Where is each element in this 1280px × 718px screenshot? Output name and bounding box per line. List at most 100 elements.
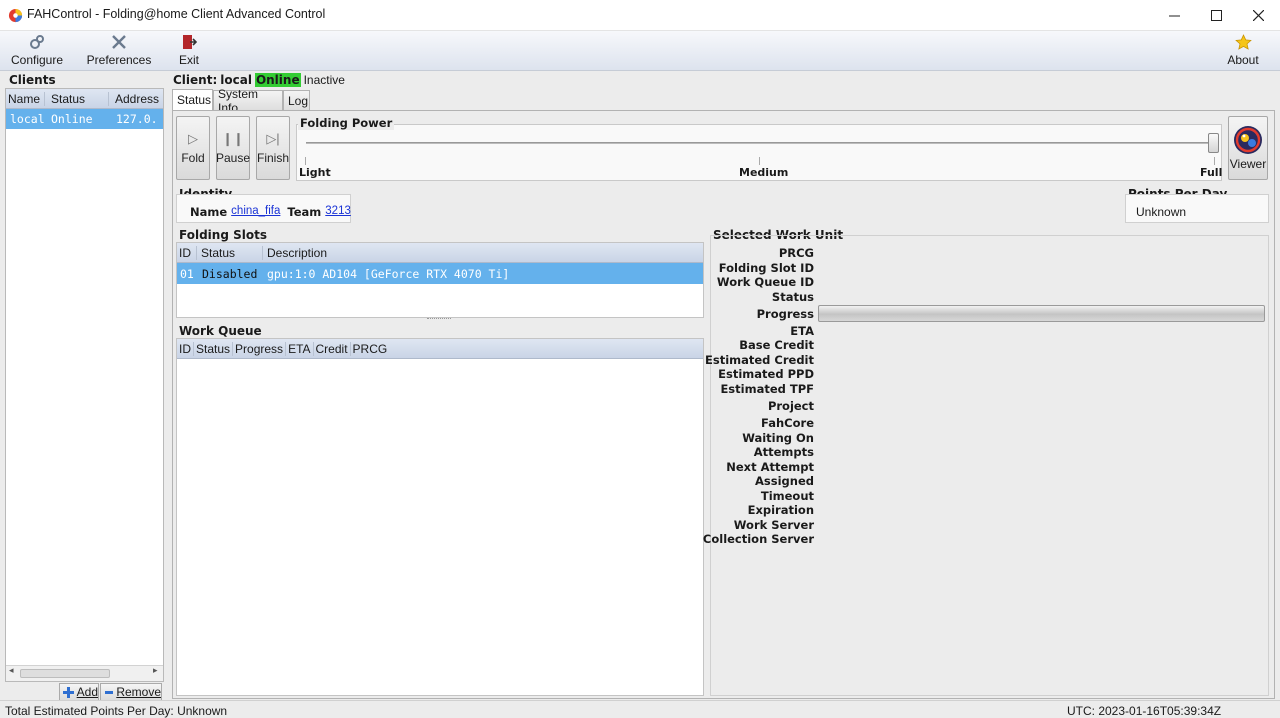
identity-row: Name china_fifa Team 3213 — [190, 205, 351, 219]
work-queue-header: ID Status Progress ETA Credit PRCG — [177, 339, 703, 359]
col-status[interactable]: Status — [45, 91, 109, 106]
wu-label-work-server: Work Server — [733, 518, 814, 532]
wq-col-eta[interactable]: ETA — [286, 341, 314, 356]
utc-clock: UTC: 2023-01-16T05:39:34Z — [1067, 704, 1222, 718]
slider-handle[interactable] — [1208, 133, 1219, 153]
minimize-button[interactable] — [1152, 0, 1196, 31]
tab-log[interactable]: Log — [283, 90, 310, 111]
tick-full — [1214, 157, 1215, 165]
preferences-label: Preferences — [86, 53, 152, 67]
wu-label-expiration: Expiration — [747, 503, 814, 517]
add-client-button[interactable]: Add — [59, 683, 99, 701]
horizontal-scrollbar[interactable]: ◂ ▸ — [6, 665, 163, 681]
status-bar: Total Estimated Points Per Day: Unknown … — [0, 700, 1280, 718]
clients-list: Name Status Address local Online 127.0. … — [5, 88, 164, 682]
wu-label-eta: ETA — [790, 324, 814, 338]
exit-door-icon — [181, 33, 197, 51]
viewer-label: Viewer — [1229, 157, 1267, 171]
team-label: Team — [287, 205, 322, 219]
wu-label-attempts: Attempts — [753, 445, 814, 459]
client-name: local — [10, 112, 45, 126]
total-ppd: Total Estimated Points Per Day: Unknown — [5, 704, 228, 718]
scrollbar-thumb[interactable] — [20, 669, 110, 678]
wu-label-work-queue-id: Work Queue ID — [716, 275, 814, 289]
clients-table-header: Name Status Address — [6, 89, 163, 109]
maximize-icon — [1210, 10, 1222, 21]
wq-col-credit[interactable]: Credit — [314, 341, 351, 356]
preferences-button[interactable]: Preferences — [86, 33, 152, 69]
about-label: About — [1227, 53, 1259, 67]
scroll-right-icon[interactable]: ▸ — [153, 666, 158, 676]
fold-label: Fold — [181, 151, 205, 165]
wu-label-prcg: PRCG — [778, 246, 814, 260]
ppd-value: Unknown — [1136, 205, 1187, 219]
wu-label-base-credit: Base Credit — [739, 338, 814, 352]
tools-icon — [111, 33, 127, 51]
pause-button[interactable]: ❙❙ Pause — [216, 116, 250, 180]
minus-icon — [105, 690, 114, 694]
exit-button[interactable]: Exit — [174, 33, 204, 69]
col-name[interactable]: Name — [6, 91, 45, 106]
col-address[interactable]: Address — [109, 92, 159, 106]
maximize-button[interactable] — [1194, 0, 1238, 31]
scroll-left-icon[interactable]: ◂ — [9, 666, 14, 676]
team-link[interactable]: 3213 — [325, 205, 351, 219]
client-row[interactable]: local Online 127.0. — [6, 109, 163, 129]
col-status[interactable]: Status — [197, 245, 263, 260]
gears-icon — [29, 33, 45, 51]
wq-col-status[interactable]: Status — [194, 341, 234, 356]
slot-row[interactable]: 01 Disabled gpu:1:0 AD104 [GeForce RTX 4… — [177, 263, 703, 284]
wu-label-estimated-credit: Estimated Credit — [705, 353, 814, 367]
star-icon — [1234, 33, 1252, 51]
pause-label: Pause — [215, 151, 251, 165]
client-address: 127.0. — [116, 112, 158, 126]
tab-system-info[interactable]: System Info — [213, 87, 283, 115]
col-id[interactable]: ID — [177, 245, 197, 260]
inactive-label: Inactive — [303, 73, 345, 87]
slot-description: gpu:1:0 AD104 [GeForce RTX 4070 Ti] — [267, 266, 510, 281]
slot-status: Disabled — [202, 266, 258, 281]
wu-label-estimated-ppd: Estimated PPD — [718, 367, 814, 381]
wu-label-folding-slot-id: Folding Slot ID — [718, 261, 814, 275]
wu-label-collection-server: Collection Server — [702, 532, 814, 546]
configure-button[interactable]: Configure — [10, 33, 64, 69]
wu-label-fahcore: FahCore — [761, 416, 814, 430]
slots-header: ID Status Description — [177, 243, 703, 263]
wq-col-prcg[interactable]: PRCG — [351, 342, 390, 356]
close-button[interactable] — [1236, 0, 1280, 31]
wu-label-project: Project — [767, 399, 814, 413]
wq-col-id[interactable]: ID — [177, 341, 194, 356]
title-bar: FAHControl - Folding@home Client Advance… — [0, 0, 1280, 31]
folding-power-slider[interactable] — [306, 142, 1218, 144]
about-button[interactable]: About — [1224, 33, 1262, 69]
finish-label: Finish — [257, 151, 290, 165]
wq-col-progress[interactable]: Progress — [233, 341, 287, 356]
client-prefix: Client: — [173, 73, 218, 87]
finish-button[interactable]: ▷| Finish — [256, 116, 290, 180]
viewer-button[interactable]: Viewer — [1228, 116, 1268, 180]
work-queue-table: ID Status Progress ETA Credit PRCG — [176, 338, 704, 696]
add-label: Add — [76, 685, 98, 699]
configure-label: Configure — [10, 53, 64, 67]
slot-id: 01 — [180, 266, 194, 281]
tab-status[interactable]: Status — [172, 89, 213, 111]
tick-light — [305, 157, 306, 165]
label-full: Full — [1200, 166, 1223, 179]
wu-label-timeout: Timeout — [760, 489, 814, 503]
client-header: Client: local Online Inactive — [173, 73, 345, 87]
protein-viewer-icon — [1234, 126, 1262, 154]
wu-label-waiting-on: Waiting On — [742, 431, 814, 445]
label-light: Light — [299, 166, 331, 179]
wu-label-next-attempt: Next Attempt — [726, 460, 814, 474]
remove-client-button[interactable]: Remove — [100, 683, 162, 701]
play-icon: ▷ — [188, 131, 198, 146]
folding-slots-title: Folding Slots — [179, 228, 267, 242]
close-icon — [1252, 10, 1264, 21]
wu-label-status: Status — [771, 290, 814, 304]
fold-button[interactable]: ▷ Fold — [176, 116, 210, 180]
window-title: FAHControl - Folding@home Client Advance… — [27, 7, 326, 21]
wu-label-progress: Progress — [756, 307, 814, 321]
splitter-handle[interactable] — [427, 318, 451, 321]
name-link[interactable]: china_fifa — [231, 205, 280, 219]
col-description[interactable]: Description — [263, 246, 327, 260]
